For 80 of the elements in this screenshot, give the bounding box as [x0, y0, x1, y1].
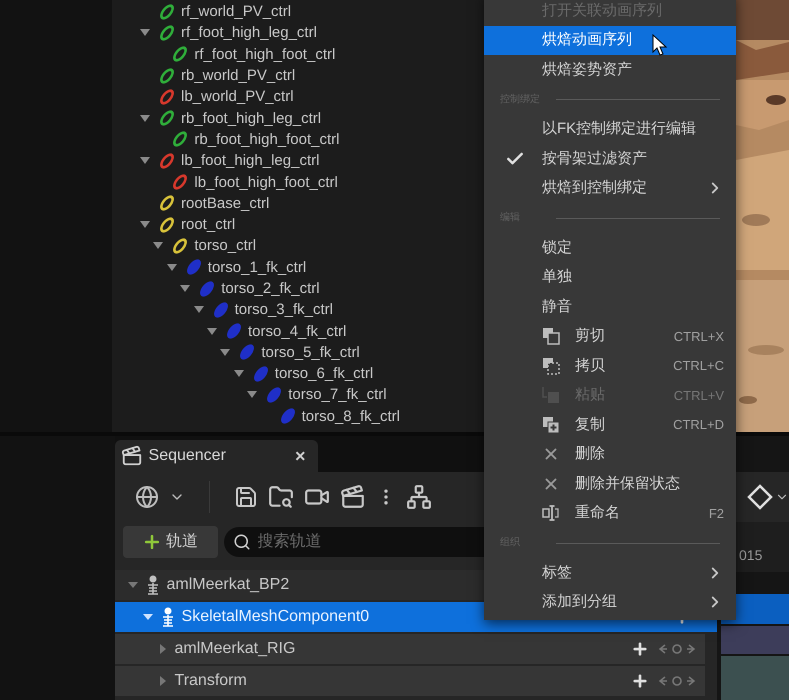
expand-arrow-icon[interactable]: [140, 114, 150, 122]
copy-icon: [542, 356, 560, 375]
save-icon[interactable]: [234, 485, 258, 509]
sequencer-tab[interactable]: Sequencer ×: [114, 440, 318, 472]
menu-item[interactable]: 删除: [484, 440, 736, 469]
clapper-icon[interactable]: [340, 484, 366, 510]
menu-item[interactable]: 剪切 CTRL+X: [484, 322, 736, 351]
menu-item[interactable]: 烘焙动画序列: [484, 26, 736, 55]
tree-item[interactable]: rf_world_PV_ctrl: [181, 4, 292, 20]
add-icon[interactable]: [631, 672, 649, 690]
expand-arrow-icon[interactable]: [140, 157, 150, 164]
mouse-cursor-icon: [652, 34, 668, 56]
tree-item[interactable]: torso_5_fk_ctrl: [261, 344, 360, 360]
tree-item[interactable]: lb_foot_high_foot_ctrl: [194, 174, 338, 190]
menu-item[interactable]: 以FK控制绑定进行编辑: [484, 114, 736, 144]
shortcut-text: F2: [708, 504, 724, 522]
track-label: amlMeerkat_BP2: [166, 575, 290, 595]
tree-item[interactable]: rb_foot_high_foot_ctrl: [194, 132, 340, 147]
expand-arrow-icon[interactable]: [153, 242, 164, 250]
add-icon[interactable]: [631, 640, 649, 658]
tree-item[interactable]: rootBase_ctrl: [181, 196, 270, 211]
expand-arrow-icon[interactable]: [234, 370, 244, 378]
clapper-icon: [120, 445, 143, 467]
track-label: SkeletalMeshComponent0: [182, 607, 370, 627]
tree-item[interactable]: rb_foot_high_leg_ctrl: [181, 110, 322, 126]
menu-item[interactable]: 复制 CTRL+D: [484, 410, 736, 440]
tree-item[interactable]: root_ctrl: [181, 217, 236, 232]
tree-item[interactable]: lb_foot_high_leg_ctrl: [181, 153, 320, 168]
menu-item[interactable]: 按骨架过滤资产: [484, 144, 736, 174]
expand-arrow-icon[interactable]: [166, 264, 177, 271]
timeline-track: [721, 656, 789, 700]
menu-item[interactable]: 重命名 F2: [484, 498, 736, 528]
expand-arrow-icon[interactable]: [220, 348, 230, 356]
expand-arrow-icon[interactable]: [247, 391, 258, 398]
expand-arrow-icon[interactable]: [180, 285, 190, 292]
frame-number: 015: [738, 546, 762, 565]
globe-icon[interactable]: [134, 485, 159, 509]
rename-icon: [542, 504, 560, 522]
keyframe-nav-icon[interactable]: [657, 675, 697, 687]
tree-item[interactable]: rf_foot_high_leg_ctrl: [181, 25, 317, 40]
search-icon: [232, 533, 251, 551]
tree-item[interactable]: torso_6_fk_ctrl: [274, 366, 374, 382]
menu-item[interactable]: 单独: [484, 262, 736, 292]
expand-arrow-icon[interactable]: [207, 328, 217, 335]
track-row[interactable]: amlMeerkat_RIG: [114, 634, 705, 664]
menu-item[interactable]: 烘焙姿势资产: [484, 55, 736, 84]
tree-item[interactable]: rb_world_PV_ctrl: [181, 68, 296, 84]
expand-arrow-icon[interactable]: [140, 221, 150, 228]
shortcut-text: CTRL+X: [674, 328, 724, 346]
track-label: amlMeerkat_RIG: [174, 639, 296, 659]
shortcut-text: CTRL+V: [674, 386, 724, 404]
hierarchy-icon[interactable]: [406, 484, 432, 510]
tree-item[interactable]: torso_7_fk_ctrl: [288, 387, 387, 402]
shortcut-text: CTRL+D: [673, 416, 724, 434]
track-row[interactable]: Transform: [114, 666, 705, 696]
menu-item[interactable]: 拷贝 CTRL+C: [484, 351, 736, 380]
duplicate-icon: [542, 416, 560, 434]
cut-icon: [542, 327, 560, 346]
tree-item[interactable]: torso_3_fk_ctrl: [234, 302, 333, 318]
diamond-icon[interactable]: [747, 484, 773, 510]
tree-item[interactable]: torso_ctrl: [194, 238, 256, 254]
track-label: Transform: [174, 671, 247, 691]
tree-item[interactable]: torso_4_fk_ctrl: [248, 324, 346, 339]
close-tab-button[interactable]: ×: [295, 442, 306, 470]
shortcut-text: CTRL+C: [673, 357, 724, 375]
expand-arrow-icon[interactable]: [140, 29, 150, 36]
folder-search-icon[interactable]: [268, 484, 294, 510]
tree-item[interactable]: torso_8_fk_ctrl: [302, 408, 400, 424]
menu-item[interactable]: 删除并保留状态: [484, 469, 736, 498]
keyframe-nav-icon[interactable]: [657, 643, 697, 655]
menu-item[interactable]: 烘焙到控制绑定: [484, 174, 736, 203]
tree-item[interactable]: lb_world_PV_ctrl: [181, 89, 294, 104]
menu-item[interactable]: 静音: [484, 292, 736, 322]
tree-item[interactable]: torso_2_fk_ctrl: [221, 281, 320, 296]
timeline-track: [721, 626, 789, 654]
tree-item[interactable]: rf_foot_high_foot_ctrl: [194, 46, 336, 62]
add-track-button[interactable]: 轨道: [122, 526, 218, 558]
menu-item[interactable]: 锁定: [484, 233, 736, 262]
expand-arrow-icon[interactable]: [194, 306, 204, 314]
tree-item[interactable]: torso_1_fk_ctrl: [208, 260, 306, 275]
